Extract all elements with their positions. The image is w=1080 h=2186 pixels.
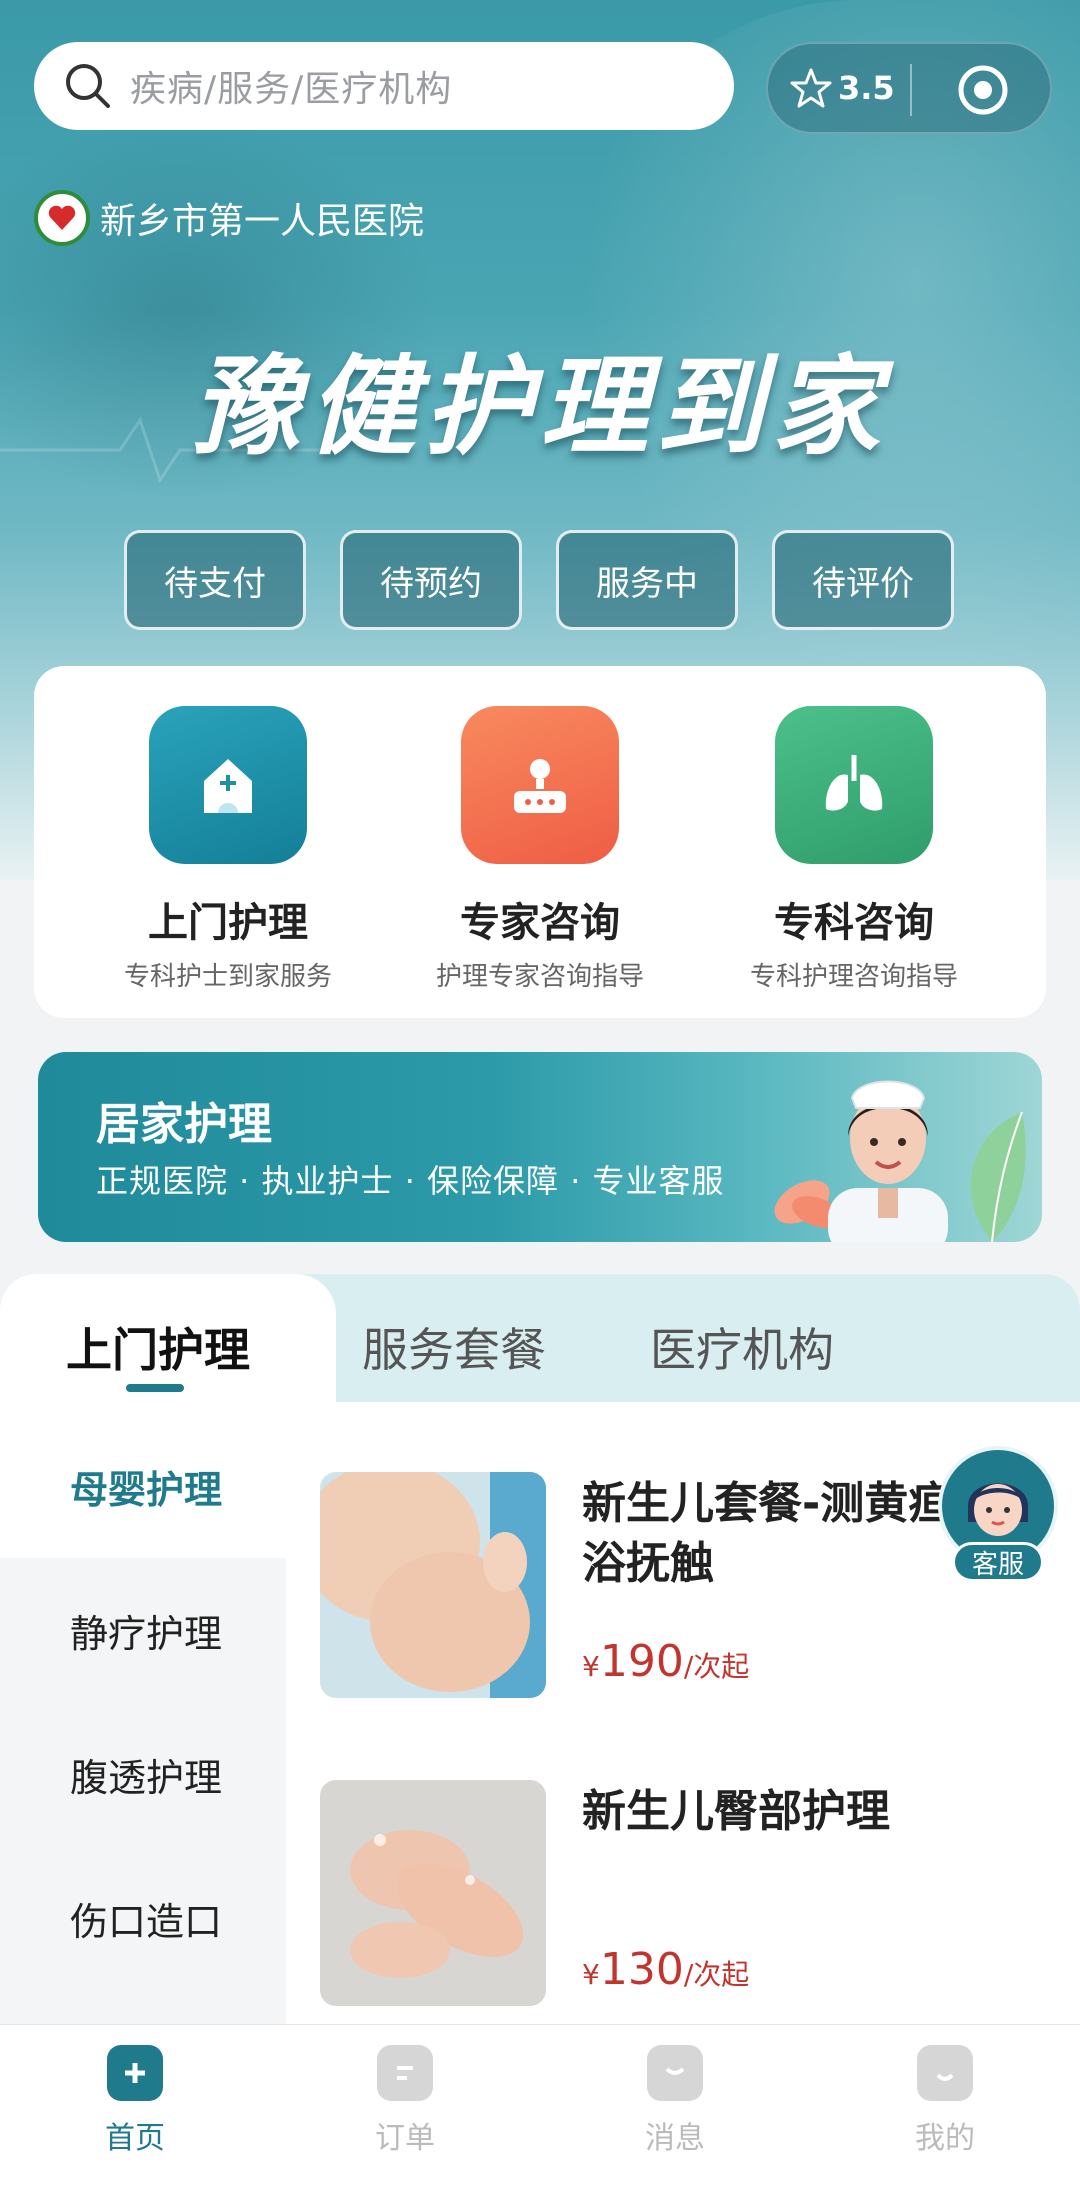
price-value: 190 [599, 1636, 684, 1687]
bottom-nav: 首页 订单 消息 我的 [0, 2024, 1080, 2186]
star-icon[interactable] [790, 67, 832, 109]
nav-messages[interactable]: 消息 [540, 2045, 810, 2157]
price-unit: /次起 [683, 1650, 750, 1683]
home-care-banner[interactable]: 居家护理 正规医院 · 执业护士 · 保险保障 · 专业客服 [38, 1052, 1042, 1242]
service-title: 专科咨询 [774, 900, 934, 946]
tab-indicator [126, 1384, 184, 1392]
status-pending-review-button[interactable]: 待评价 [772, 530, 954, 630]
category-maternal-infant[interactable]: 母婴护理 [0, 1414, 286, 1558]
price-currency: ¥ [582, 1650, 600, 1683]
search-placeholder: 疾病/服务/医疗机构 [130, 69, 453, 110]
price-value: 130 [599, 1944, 684, 1995]
order-status-row: 待支付 待预约 服务中 待评价 [124, 530, 954, 630]
product-price: ¥190/次起 [582, 1636, 749, 1687]
nav-label: 消息 [645, 2121, 705, 2156]
service-expert-consult[interactable]: 专家咨询 护理专家咨询指导 [380, 706, 700, 993]
order-icon [377, 2045, 433, 2101]
product-item[interactable]: 新生儿臀部护理 ¥130/次起 [320, 1780, 1060, 2010]
customer-service-label: 客服 [952, 1542, 1044, 1582]
tab-service-packages[interactable]: 服务套餐 [362, 1314, 546, 1380]
status-pending-payment-button[interactable]: 待支付 [124, 530, 306, 630]
heart-icon [48, 205, 76, 230]
nav-label: 我的 [915, 2121, 975, 2156]
product-image-baby-arm [320, 1472, 546, 1698]
service-subtitle: 专科护士到家服务 [123, 962, 332, 992]
category-sidebar: 母婴护理 静疗护理 腹透护理 伤口造口 [0, 1414, 286, 2024]
product-image-baby-legs [320, 1780, 546, 2006]
service-card: 上门护理 专科护士到家服务 专家咨询 护理专家咨询指导 专科咨询 专科护理咨询指… [34, 666, 1046, 1018]
service-subtitle: 护理专家咨询指导 [435, 962, 644, 992]
product-title: 新生儿臀部护理 [582, 1786, 890, 1837]
hospital-name: 新乡市第一人民医院 [100, 201, 425, 242]
banner-title: 居家护理 [96, 1099, 272, 1150]
category-iv-therapy[interactable]: 静疗护理 [0, 1558, 286, 1702]
status-in-service-button[interactable]: 服务中 [556, 530, 738, 630]
customer-service-button[interactable]: 客服 [938, 1446, 1058, 1586]
nav-orders[interactable]: 订单 [270, 2045, 540, 2157]
banner-subtitle: 正规医院 · 执业护士 · 保险保障 · 专业客服 [96, 1162, 725, 1200]
nav-home[interactable]: 首页 [0, 2045, 270, 2157]
leaf-decoration [970, 1111, 1026, 1242]
nav-label: 订单 [375, 2121, 435, 2156]
hospital-badge[interactable]: 新乡市第一人民医院 [34, 190, 424, 246]
service-home-care[interactable]: 上门护理 专科护士到家服务 [68, 706, 388, 993]
service-list-panel: 上门护理 服务套餐 医疗机构 母婴护理 静疗护理 腹透护理 伤口造口 新生儿套餐… [0, 1274, 1080, 2024]
service-subtitle: 专科护理咨询指导 [749, 962, 958, 992]
search-icon [66, 64, 110, 108]
search-bar[interactable]: 疾病/服务/医疗机构 [34, 42, 734, 130]
product-price: ¥130/次起 [582, 1944, 749, 1995]
profile-icon [917, 2045, 973, 2101]
doctor-desk-icon [461, 706, 619, 864]
service-specialty-consult[interactable]: 专科咨询 专科护理咨询指导 [694, 706, 1014, 993]
close-target-icon[interactable] [956, 63, 1010, 117]
service-title: 专家咨询 [460, 900, 620, 946]
lungs-icon [775, 706, 933, 864]
category-peritoneal-dialysis[interactable]: 腹透护理 [0, 1702, 286, 1846]
hero-slogan: 豫健护理到家 [191, 344, 888, 470]
capsule-menu[interactable]: 3.5 [766, 42, 1052, 134]
house-plus-icon [149, 706, 307, 864]
hospital-logo [34, 190, 90, 246]
tab-medical-institutions[interactable]: 医疗机构 [650, 1314, 834, 1380]
nav-profile[interactable]: 我的 [810, 2045, 1080, 2157]
capsule-divider [910, 64, 912, 116]
price-currency: ¥ [582, 1958, 600, 1991]
message-icon [647, 2045, 703, 2101]
home-icon [107, 2045, 163, 2101]
rating-value: 3.5 [838, 69, 895, 107]
status-pending-booking-button[interactable]: 待预约 [340, 530, 522, 630]
tab-home-care[interactable]: 上门护理 [66, 1314, 250, 1380]
nav-label: 首页 [105, 2121, 165, 2156]
category-wound-stoma[interactable]: 伤口造口 [0, 1846, 286, 1990]
service-title: 上门护理 [148, 900, 308, 946]
price-unit: /次起 [683, 1958, 750, 1991]
